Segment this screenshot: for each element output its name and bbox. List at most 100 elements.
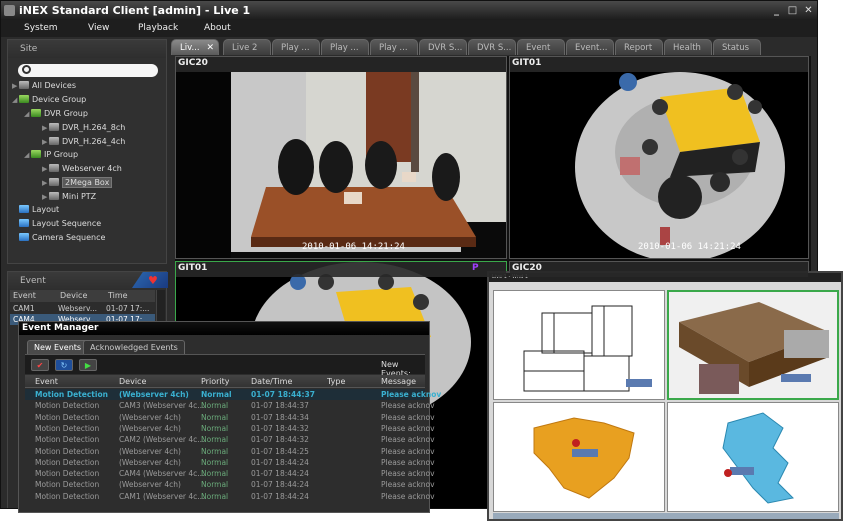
close-tab-icon[interactable]: ✕ (206, 40, 214, 55)
event-table-header: Event Device Priority Date/Time Type Mes… (25, 375, 425, 388)
tab-play-3[interactable]: Play ... (370, 39, 418, 55)
camera-view-git01[interactable]: GIT01 2010-01-06 14:21:24 (509, 56, 809, 259)
table-cell: Motion Detection (35, 491, 100, 501)
camera-feed (510, 72, 808, 258)
tree-item-all-devices[interactable]: ▶ All Devices (12, 81, 76, 90)
tab-health[interactable]: Health (664, 39, 712, 55)
group-icon (31, 150, 41, 158)
table-row[interactable]: Motion Detection (Webserver 4ch) Normal 01-… (25, 479, 435, 490)
tab-acknowledged-events[interactable]: Acknowledged Events (83, 340, 185, 354)
table-cell: Motion Detection (35, 401, 100, 411)
tab-status[interactable]: Status (713, 39, 761, 55)
table-cell: Normal (201, 457, 229, 467)
table-row[interactable]: CAM1 Webserv... 01-07 17:... (10, 303, 155, 314)
minimize-icon[interactable]: _ (771, 5, 782, 16)
region-map-blue[interactable] (667, 402, 839, 512)
table-cell: CAM2 (Webserver 4c... (119, 435, 205, 445)
table-cell: Normal (201, 446, 229, 456)
camera-icon (49, 164, 59, 172)
floorplan-view[interactable] (493, 290, 665, 400)
table-cell: (Webserver 4ch) (119, 457, 181, 467)
table-row[interactable]: Motion Detection (Webserver 4ch) Normal 01-… (25, 457, 435, 468)
table-cell: Please acknov (381, 480, 435, 490)
table-cell: (Webserver 4ch) (119, 423, 181, 433)
table-cell: CAM3 (Webserver 4c... (119, 401, 205, 411)
table-row[interactable]: Motion Detection CAM3 (Webserver 4c... Nor… (25, 400, 435, 411)
tree-item-dvr-4ch[interactable]: ▶ DVR_H.264_4ch (42, 137, 125, 146)
table-cell: Motion Detection (35, 423, 100, 433)
tab-new-events[interactable]: New Events (27, 340, 89, 354)
tab-live-2[interactable]: Live 2 (223, 39, 271, 55)
layout-icon (19, 205, 29, 213)
menu-about[interactable]: About (204, 20, 231, 37)
tree-item-dvr-8ch[interactable]: ▶ DVR_H.264_8ch (42, 123, 125, 132)
tree-item-2mega-box[interactable]: ▶ 2Mega Box (42, 177, 113, 188)
table-cell: Please acknov (381, 457, 435, 467)
table-cell: 01-07 18:44:24 (251, 469, 309, 479)
region-map-orange[interactable] (493, 402, 665, 512)
tree-item-device-group[interactable]: ◢ Device Group (12, 95, 86, 104)
table-row[interactable]: Motion Detection (Webserver 4ch) Normal 01-… (25, 446, 435, 457)
camera-icon (49, 178, 59, 186)
camera-view-gic20[interactable]: GIC20 2010-01-06 14:21:24 (175, 56, 507, 259)
tab-play-2[interactable]: Play ... (321, 39, 369, 55)
tree-item-dvr-group[interactable]: ◢ DVR Group (24, 109, 88, 118)
tab-live-1[interactable]: Liv... ✕ (171, 39, 219, 55)
search-input[interactable] (18, 64, 158, 77)
camera-label: GIT01 (178, 263, 208, 273)
play-icon[interactable]: ▶ (79, 359, 97, 371)
table-cell: (Webserver 4ch) (119, 480, 181, 490)
menu-system[interactable]: System (24, 20, 58, 37)
table-cell: Please acknov (381, 401, 435, 411)
table-cell: 01-07 18:44:37 (251, 401, 309, 411)
menu-bar: System View Playback About (1, 20, 817, 37)
blue-region-map (722, 412, 795, 504)
menu-view[interactable]: View (88, 20, 109, 37)
camera-label: GIC20 (512, 263, 542, 273)
tree-item-layout[interactable]: Layout (12, 205, 59, 214)
table-cell: Please acknov (381, 446, 435, 456)
tree-item-ip-group[interactable]: ◢ IP Group (24, 150, 78, 159)
table-cell: 01-07 18:44:25 (251, 446, 309, 456)
tree-item-layout-sequence[interactable]: Layout Sequence (12, 219, 101, 228)
close-icon[interactable]: ✕ (803, 5, 814, 16)
group-icon (31, 109, 41, 117)
camera-timestamp: 2010-01-06 14:21:24 (638, 242, 741, 252)
table-cell: (Webserver 4ch) (119, 446, 181, 456)
event-manager-title: Event Manager (19, 322, 429, 335)
table-cell: 01-07 18:44:24 (251, 491, 309, 501)
event-table-header: Event Device Time (10, 290, 155, 302)
table-cell: Normal (201, 480, 229, 490)
tab-event-2[interactable]: Event... (566, 39, 614, 55)
site-panel-header: Site (8, 40, 166, 58)
table-cell: Please acknov (381, 423, 435, 433)
floorplan-window: Live 1 - Wnd 1 (487, 271, 843, 521)
table-cell: 01-07 18:44:37 (251, 390, 315, 399)
menu-playback[interactable]: Playback (138, 20, 178, 37)
tab-event[interactable]: Event (517, 39, 565, 55)
table-row[interactable]: Motion Detection (Webserver 4ch) Normal 01-… (25, 423, 435, 434)
tab-report[interactable]: Report (615, 39, 663, 55)
tree-item-webserver[interactable]: ▶ Webserver 4ch (42, 164, 122, 173)
3d-floorplan-view[interactable] (667, 290, 839, 400)
tab-play-1[interactable]: Play ... (272, 39, 320, 55)
window-title: iNEX Standard Client [admin] - Live 1 (19, 4, 251, 17)
tab-dvr-search-2[interactable]: DVR S... (468, 39, 516, 55)
maximize-icon[interactable]: □ (787, 5, 798, 16)
tree-item-camera-sequence[interactable]: Camera Sequence (12, 233, 105, 242)
acknowledge-icon[interactable]: ✔ (31, 359, 49, 371)
tree-item-mini-ptz[interactable]: ▶ Mini PTZ (42, 192, 96, 201)
table-cell: Normal (201, 435, 229, 445)
tab-dvr-search-1[interactable]: DVR S... (419, 39, 467, 55)
table-cell: Motion Detection (35, 446, 100, 456)
dvr-icon (49, 137, 59, 145)
heart-icon: ♥ (148, 274, 158, 287)
table-row[interactable]: Motion Detection (Webserver 4ch) Normal 01-… (25, 412, 435, 423)
table-row[interactable]: Motion Detection CAM1 (Webserver 4c... Nor… (25, 491, 435, 502)
table-row[interactable]: Motion Detection CAM4 (Webserver 4c... Nor… (25, 468, 435, 479)
event-toolbar: ✔ ↻ ▶ New Events: (25, 354, 425, 378)
table-row[interactable]: Motion Detection CAM2 (Webserver 4c... Nor… (25, 434, 435, 445)
table-row[interactable]: Motion Detection (Webserver 4ch) Normal 01-… (25, 389, 441, 401)
floorplan-toolbar[interactable] (493, 513, 839, 519)
refresh-icon[interactable]: ↻ (55, 359, 73, 371)
